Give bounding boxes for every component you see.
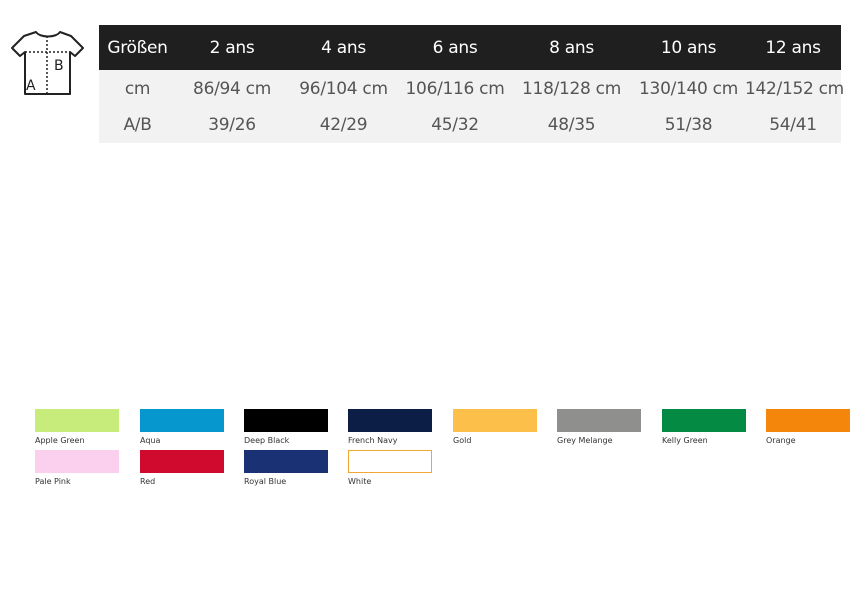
table-cell: 39/26 — [176, 107, 288, 143]
table-cell: 106/116 cm — [399, 70, 511, 107]
color-option-red[interactable]: Red — [140, 450, 224, 486]
size-table-header-row: Größen 2 ans 4 ans 6 ans 8 ans 10 ans 12… — [99, 25, 841, 70]
color-label: Grey Melange — [557, 436, 613, 445]
color-label: Orange — [766, 436, 796, 445]
color-swatch[interactable] — [348, 409, 432, 432]
table-cell: 45/32 — [399, 107, 511, 143]
table-cell: 48/35 — [511, 107, 632, 143]
color-swatch[interactable] — [766, 409, 850, 432]
shirt-label-a: A — [26, 78, 36, 94]
color-option-deep-black[interactable]: Deep Black — [244, 409, 328, 445]
color-label: French Navy — [348, 436, 398, 445]
color-swatch[interactable] — [35, 450, 119, 473]
color-label: Apple Green — [35, 436, 85, 445]
color-option-apple-green[interactable]: Apple Green — [35, 409, 119, 445]
color-swatch[interactable] — [140, 409, 224, 432]
color-option-french-navy[interactable]: French Navy — [348, 409, 432, 445]
size-header-6: 6 ans — [399, 25, 511, 70]
table-cell: 142/152 cm — [745, 70, 844, 107]
color-label: Aqua — [140, 436, 161, 445]
table-row: A/B 39/26 42/29 45/32 48/35 51/38 54/41 — [99, 107, 841, 143]
table-cell: 86/94 cm — [176, 70, 288, 107]
color-swatch[interactable] — [244, 409, 328, 432]
color-swatch[interactable] — [140, 450, 224, 473]
size-header-10: 10 ans — [632, 25, 745, 70]
color-option-royal-blue[interactable]: Royal Blue — [244, 450, 328, 486]
table-cell: cm — [99, 70, 176, 107]
color-swatch[interactable] — [244, 450, 328, 473]
size-header-4: 4 ans — [288, 25, 399, 70]
color-option-aqua[interactable]: Aqua — [140, 409, 224, 445]
color-label: Royal Blue — [244, 477, 287, 486]
color-swatch[interactable] — [662, 409, 746, 432]
size-header-2: 2 ans — [176, 25, 288, 70]
shirt-label-b: B — [54, 58, 64, 74]
color-swatch[interactable] — [348, 450, 432, 473]
color-label: White — [348, 477, 372, 486]
size-header-label: Größen — [99, 25, 176, 70]
color-label: Pale Pink — [35, 477, 71, 486]
table-cell: A/B — [99, 107, 176, 143]
table-row: cm 86/94 cm 96/104 cm 106/116 cm 118/128… — [99, 70, 844, 107]
color-option-pale-pink[interactable]: Pale Pink — [35, 450, 119, 486]
color-label: Red — [140, 477, 156, 486]
color-option-white[interactable]: White — [348, 450, 432, 486]
tshirt-size-icon: B A — [11, 31, 84, 95]
color-swatch[interactable] — [557, 409, 641, 432]
size-header-8: 8 ans — [511, 25, 632, 70]
table-cell: 130/140 cm — [632, 70, 745, 107]
color-swatch[interactable] — [35, 409, 119, 432]
size-table: Größen 2 ans 4 ans 6 ans 8 ans 10 ans 12… — [99, 25, 844, 143]
table-cell: 42/29 — [288, 107, 399, 143]
table-cell: 118/128 cm — [511, 70, 632, 107]
table-cell: 54/41 — [745, 107, 841, 143]
table-cell: 51/38 — [632, 107, 745, 143]
color-option-kelly-green[interactable]: Kelly Green — [662, 409, 746, 445]
color-label: Deep Black — [244, 436, 290, 445]
color-option-orange[interactable]: Orange — [766, 409, 850, 445]
color-option-gold[interactable]: Gold — [453, 409, 537, 445]
color-label: Gold — [453, 436, 472, 445]
color-swatch[interactable] — [453, 409, 537, 432]
color-label: Kelly Green — [662, 436, 708, 445]
size-header-12: 12 ans — [745, 25, 841, 70]
color-option-grey-melange[interactable]: Grey Melange — [557, 409, 641, 445]
table-cell: 96/104 cm — [288, 70, 399, 107]
